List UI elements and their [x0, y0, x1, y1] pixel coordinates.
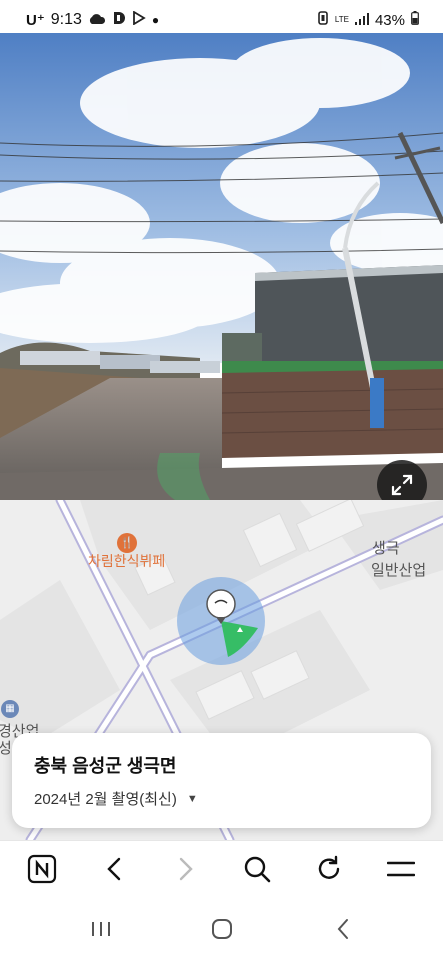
street-view-panorama[interactable]: [0, 33, 443, 500]
building-icon: ▦: [1, 700, 19, 718]
search-icon: [243, 855, 271, 888]
signal-icon: [354, 12, 369, 29]
restaurant-icon[interactable]: 🍴: [117, 533, 137, 553]
browser-toolbar: [0, 840, 443, 902]
battery-icon: [411, 11, 419, 29]
forward-button[interactable]: [161, 847, 211, 897]
battery-percent: 43%: [374, 11, 405, 29]
naver-logo-icon: [27, 854, 57, 889]
clock: 9:13: [50, 11, 82, 28]
vibrate-icon: [317, 11, 329, 29]
d-app-icon: [112, 11, 126, 29]
status-bar-left: U⁺ 9:13 ●: [26, 10, 160, 29]
network-type: LTE: [334, 15, 349, 24]
expand-icon: [390, 473, 414, 497]
refresh-button[interactable]: [304, 847, 354, 897]
menu-icon: [386, 859, 416, 884]
system-home-button[interactable]: [197, 911, 247, 951]
forward-icon: [175, 856, 197, 887]
caret-down-icon: ▼: [186, 792, 198, 805]
home-icon: [211, 918, 233, 945]
notification-dot-icon: ●: [151, 13, 160, 27]
map-area-label-right-1: 생극: [372, 540, 400, 557]
back-icon: [103, 856, 125, 887]
capture-date-label: 2024년 2월 촬영(최신): [34, 791, 177, 808]
capture-date-selector[interactable]: 2024년 2월 촬영(최신) ▼: [34, 788, 409, 809]
map-area-label-right-2: 일반산업: [371, 562, 427, 579]
location-title: 충북 음성군 생극면: [34, 756, 177, 776]
status-bar-right: LTE 43%: [317, 11, 419, 29]
cloud-icon: [88, 12, 106, 29]
back-button[interactable]: [89, 847, 139, 897]
home-button[interactable]: [17, 847, 67, 897]
system-navigation-bar: [0, 902, 443, 960]
poi-label[interactable]: 차림한식뷔페: [88, 551, 165, 571]
menu-button[interactable]: [376, 847, 426, 897]
refresh-icon: [315, 855, 343, 888]
play-store-icon: [132, 10, 146, 29]
recent-apps-icon: [90, 920, 112, 943]
system-back-button[interactable]: [318, 911, 368, 951]
search-button[interactable]: [232, 847, 282, 897]
location-info-card[interactable]: 충북 음성군 생극면 2024년 2월 촬영(최신) ▼: [12, 733, 431, 828]
carrier-label: U⁺: [26, 12, 45, 29]
system-back-icon: [335, 918, 351, 945]
recent-apps-button[interactable]: [76, 911, 126, 951]
